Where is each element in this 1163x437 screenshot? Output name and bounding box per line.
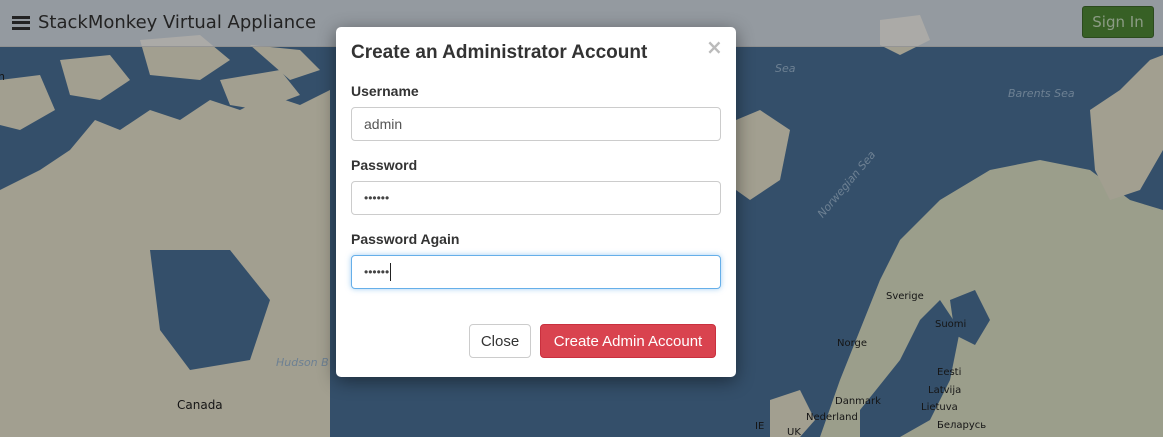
password-again-value: •••••• bbox=[364, 265, 390, 279]
username-input[interactable]: admin bbox=[351, 107, 721, 141]
password-again-input[interactable]: •••••• bbox=[351, 255, 721, 289]
text-caret bbox=[390, 263, 392, 281]
modal-title: Create an Administrator Account bbox=[351, 42, 648, 63]
create-admin-modal: Create an Administrator Account × Userna… bbox=[336, 27, 736, 377]
password-value: •••••• bbox=[364, 191, 390, 205]
username-value: admin bbox=[364, 116, 403, 132]
password-label: Password bbox=[351, 157, 418, 173]
password-again-label: Password Again bbox=[351, 231, 460, 247]
create-admin-account-button[interactable]: Create Admin Account bbox=[540, 324, 716, 358]
close-icon[interactable]: × bbox=[706, 37, 723, 57]
close-button[interactable]: Close bbox=[469, 324, 531, 358]
password-input[interactable]: •••••• bbox=[351, 181, 721, 215]
username-label: Username bbox=[351, 83, 419, 99]
